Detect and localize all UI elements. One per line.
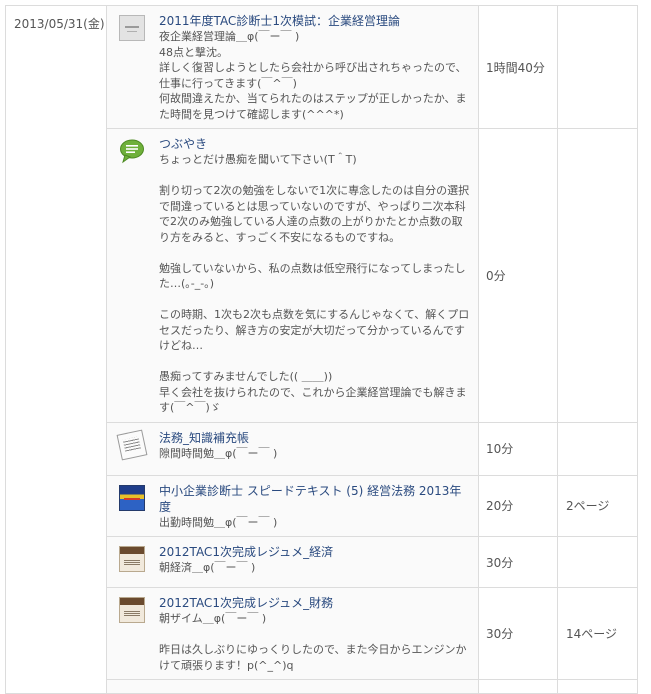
study-pages	[557, 5, 638, 129]
comment-line: す(￣^￣)ゞ	[159, 401, 221, 414]
study-pages: 14ページ	[557, 587, 638, 680]
speech-bubble-icon	[119, 138, 145, 164]
study-time: 30分	[478, 587, 558, 680]
comment-line: セスだったり、解き方の安定が大切だって分かっているんです	[159, 323, 465, 337]
study-time: 0分	[478, 128, 558, 423]
study-date: 2013/05/31(金)	[14, 17, 105, 31]
entry-cell: 中小企業診断士 スピードテキスト (5) 経営法務 2013年度 出勤時間勉＿φ…	[106, 474, 479, 537]
study-pages	[557, 128, 638, 423]
comment-line: 朝ザイム＿φ(￣ー￣ )	[159, 612, 267, 625]
table-row: 2013/05/31(金) 2011年度TAC診断士1次模試：企業経営理論 夜企…	[5, 5, 638, 694]
comment-line: 愚痴ってすみませんでした(( ＿＿))	[159, 370, 333, 383]
comment-line: 何故間違えたか、当てられたのはステップが正しかったか、ま	[159, 92, 467, 105]
comment-line: 勉強していないから、私の点数は低空飛行になってしまったし	[159, 261, 466, 275]
comment-line: り方をみると、すっごく不安になるものですね。	[159, 230, 401, 244]
entry-cell: 法務_知識補充帳 隙間時間勉＿φ(￣ー￣ )	[106, 421, 479, 476]
comment-line: 隙間時間勉＿φ(￣ー￣ )	[159, 446, 278, 460]
study-pages: 2ページ	[557, 474, 638, 537]
comment-line: けどね…	[159, 339, 203, 352]
material-title-link[interactable]: 2012TAC1次完成レジュメ_財務	[159, 595, 472, 611]
study-time: 30分	[478, 536, 558, 588]
study-log-table: 2013/05/31(金) 2011年度TAC診断士1次模試：企業経営理論 夜企…	[5, 5, 638, 694]
material-title-link[interactable]: 2011年度TAC診断士1次模試：企業経営理論	[159, 13, 472, 29]
comment-line: 割り切って2次の勉強をしないで1次に専念したのは自分の選択	[159, 184, 470, 197]
material-title-link[interactable]: つぶやき	[159, 136, 472, 152]
material-title-link[interactable]: 2012TAC1次完成レジュメ_経済	[159, 544, 472, 560]
material-title-link[interactable]: 中小企業診断士 スピードテキスト (5) 経営法務 2013年度	[159, 483, 472, 515]
comment-line: た時間を見つけて確認します(^^^*)	[159, 107, 344, 121]
comment-line: ちょっとだけ愚痴を聞いて下さい(T＾T)	[159, 153, 357, 166]
entry-cell: 2012TAC1次完成レジュメ_財務 朝ザイム＿φ(￣ー￣ ) 昨日は久しぶりに…	[106, 587, 479, 680]
study-time: 10分	[478, 421, 558, 476]
material-title-link[interactable]: 法務_知識補充帳	[159, 430, 472, 446]
comment-line: 詳しく復習しようとしたら会社から呼び出されちゃったので、	[159, 61, 467, 74]
study-time: 20分	[478, 474, 558, 537]
speed-text-book-thumbnail-icon[interactable]	[119, 484, 145, 511]
study-pages	[557, 679, 638, 694]
comment-line: で2次のみ勉強している人達の点数の上がりかたとか点数の取	[159, 215, 463, 228]
entry-cell: 2012TAC1次完成レジュメ_経済 朝経済＿φ(￣ー￣ )	[106, 536, 479, 588]
entry-cell	[106, 679, 479, 694]
comment-line: 早く会社を抜けられたので、これから企業経営理論でも解きま	[159, 385, 467, 399]
comment-line: で間違っているとは思っていないのですが、やっぱり二次本科	[159, 199, 466, 213]
comment-line: 48点と撃沈。	[159, 45, 228, 59]
date-cell: 2013/05/31(金)	[5, 5, 107, 694]
resume-book-thumbnail-icon[interactable]	[119, 597, 145, 623]
comment-line: この時期、1次も2次も点数を気にするんじゃなくて、解くプロ	[159, 308, 470, 321]
study-time: 1時間40分	[478, 5, 558, 129]
comment-line: 出勤時間勉＿φ(￣ー￣ )	[159, 515, 278, 529]
study-time	[478, 679, 558, 694]
notebook-thumbnail-icon[interactable]	[116, 429, 148, 460]
comment-line: た…(｡-_-｡)	[159, 277, 215, 290]
entry-cell: つぶやき ちょっとだけ愚痴を聞いて下さい(T＾T) 割り切って2次の勉強をしない…	[106, 128, 479, 423]
study-pages	[557, 536, 638, 588]
entry-cell: 2011年度TAC診断士1次模試：企業経営理論 夜企業経営理論＿φ(￣ー￣ ) …	[106, 5, 479, 129]
resume-book-thumbnail-icon[interactable]	[119, 546, 145, 572]
comment-line: 昨日は久しぶりにゆっくりしたので、また今日からエンジンか	[159, 643, 467, 656]
book-cover-thumbnail-icon[interactable]	[119, 15, 145, 41]
study-pages	[557, 421, 638, 476]
comment-line: 夜企業経営理論＿φ(￣ー￣ )	[159, 30, 300, 43]
comment-line: 仕事に行ってきます(￣^￣)	[159, 76, 297, 90]
comment-line: 朝経済＿φ(￣ー￣ )	[159, 561, 256, 574]
comment-line: けて頑張ります！p(^_^)q	[159, 658, 294, 672]
